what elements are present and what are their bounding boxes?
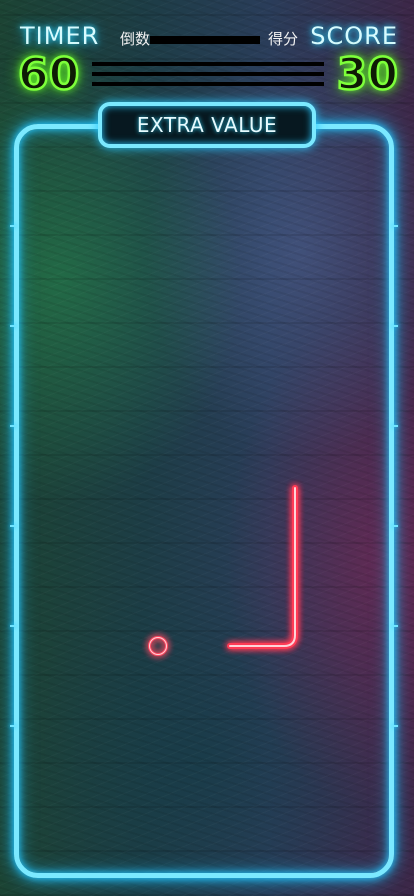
banner-text: EXTRA VALUE <box>136 113 278 137</box>
game-screen: TIMER 倒数 得分 SCORE 60 30 EXTRA VALUE <box>0 0 414 896</box>
l-shape-core <box>229 487 296 647</box>
ball-ring-core <box>149 637 167 655</box>
l-shape-piece[interactable] <box>227 485 298 649</box>
extra-value-banner: EXTRA VALUE <box>98 102 316 148</box>
